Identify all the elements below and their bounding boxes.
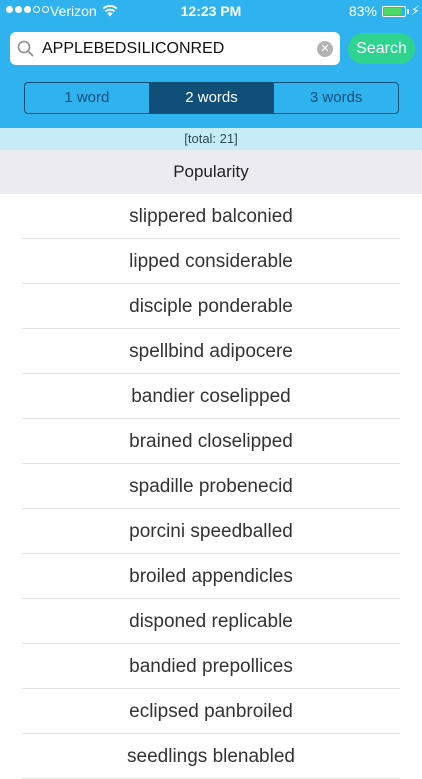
header-bar: Verizon 12:23 PM 83% ⚡ ✕ Search 1 word (0, 0, 422, 128)
result-item[interactable]: disciple ponderable (0, 284, 422, 329)
total-count: [total: 21] (0, 128, 422, 150)
result-item[interactable]: spadille probenecid (0, 464, 422, 509)
result-item[interactable]: seedlings blenabled (0, 734, 422, 779)
result-item[interactable]: broiled appendicles (0, 554, 422, 599)
battery-cap (407, 9, 409, 14)
results-list: slippered balconied lipped considerable … (0, 194, 422, 779)
result-item[interactable]: lipped considerable (0, 239, 422, 284)
search-icon (17, 40, 34, 62)
sort-header-popularity[interactable]: Popularity (0, 150, 422, 194)
battery-percent: 83% (348, 3, 377, 19)
charging-bolt-icon: ⚡ (410, 3, 420, 18)
clear-search-icon[interactable]: ✕ (317, 41, 333, 57)
tab-1-word[interactable]: 1 word (25, 83, 150, 113)
result-item[interactable]: spellbind adipocere (0, 329, 422, 374)
result-item[interactable]: disponed replicable (0, 599, 422, 644)
result-item[interactable]: brained closelipped (0, 419, 422, 464)
result-item[interactable]: porcini speedballed (0, 509, 422, 554)
search-button[interactable]: Search (348, 33, 415, 64)
result-item[interactable]: slippered balconied (0, 194, 422, 239)
result-item[interactable]: bandied prepollices (0, 644, 422, 689)
result-item[interactable]: bandier coselipped (0, 374, 422, 419)
search-input[interactable] (42, 32, 312, 65)
tab-3-words[interactable]: 3 words (274, 83, 398, 113)
status-bar: Verizon 12:23 PM 83% ⚡ (0, 0, 422, 24)
tab-2-words[interactable]: 2 words (149, 83, 275, 113)
result-item[interactable]: eclipsed panbroiled (0, 689, 422, 734)
battery-level (384, 8, 401, 15)
battery-icon (382, 6, 406, 17)
search-box[interactable]: ✕ (10, 32, 340, 65)
word-count-selector: 1 word 2 words 3 words (24, 82, 399, 114)
